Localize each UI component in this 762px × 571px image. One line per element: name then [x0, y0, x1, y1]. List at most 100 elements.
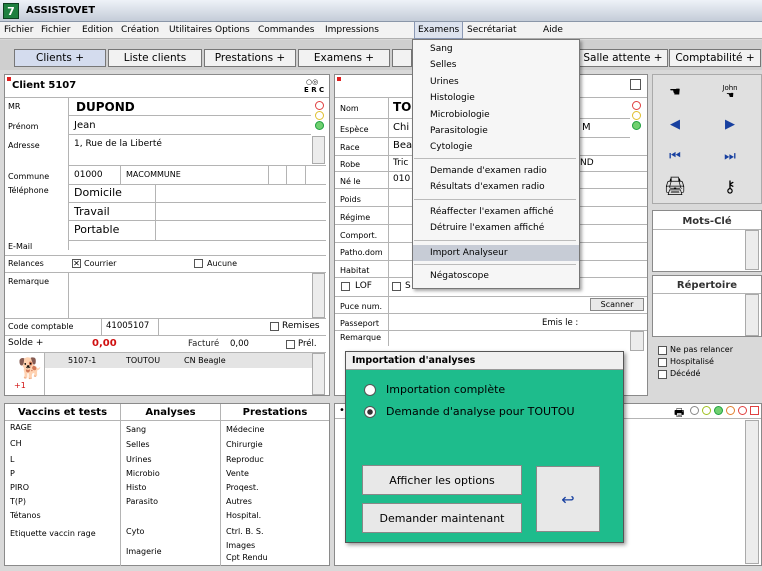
vaccin-piro[interactable]: PIRO — [10, 483, 29, 492]
analyse-histo[interactable]: Histo — [126, 483, 146, 492]
status-red-radio[interactable] — [315, 101, 324, 110]
analyse-selles[interactable]: Selles — [126, 440, 150, 449]
exam-menu-urines[interactable]: Urines — [430, 77, 459, 87]
exam-menu-histologie[interactable]: Histologie — [430, 93, 475, 103]
status-yellow-radio[interactable] — [632, 111, 641, 120]
filter-radio-2[interactable] — [702, 406, 711, 415]
remises-checkbox[interactable] — [270, 322, 279, 331]
filter-radio-3[interactable] — [714, 406, 723, 415]
repertoire-scrollbar[interactable] — [745, 294, 759, 336]
prestation-images[interactable]: Images — [226, 541, 255, 550]
demande-analyse-radio[interactable] — [364, 406, 376, 418]
exam-menu-detruire[interactable]: Détruire l'examen affiché — [430, 223, 544, 233]
prev-arrow-icon[interactable]: ◀ — [657, 110, 693, 138]
afficher-options-button[interactable]: Afficher les options — [362, 465, 522, 495]
analyse-sang[interactable]: Sang — [126, 425, 146, 434]
adresse-field[interactable]: 1, Rue de la Liberté — [74, 139, 162, 149]
patient-sexe[interactable]: M — [582, 122, 591, 133]
postcode-field[interactable]: 01000 — [74, 170, 103, 180]
patient-remarque-scrollbar[interactable] — [630, 331, 644, 351]
analyse-cyto[interactable]: Cyto — [126, 527, 144, 536]
tab-examens[interactable]: Examens + — [298, 49, 390, 67]
hospitalise-checkbox[interactable] — [658, 358, 667, 367]
city-field[interactable]: MACOMMUNE — [126, 170, 181, 179]
menu-utilitaires[interactable]: Utilitaires — [166, 22, 215, 39]
menu-aide[interactable]: Aide — [540, 22, 566, 39]
analyse-parasito[interactable]: Parasito — [126, 497, 158, 506]
status-green-radio[interactable] — [315, 121, 324, 130]
lof-checkbox[interactable] — [341, 282, 350, 291]
demander-maintenant-button[interactable]: Demander maintenant — [362, 503, 522, 533]
patient-robe[interactable]: Tric — [393, 158, 408, 168]
print-icon[interactable]: 🖶 — [674, 404, 684, 423]
scanner-button[interactable]: Scanner — [590, 298, 644, 311]
vaccin-rage[interactable]: RAGE — [10, 423, 32, 432]
tab-salle-attente[interactable]: Salle attente + — [578, 49, 668, 67]
exam-menu-import-analyseur[interactable]: Import Analyseur — [430, 248, 508, 258]
prestation-progest[interactable]: Proqest. — [226, 483, 259, 492]
prestation-hospital[interactable]: Hospital. — [226, 511, 261, 520]
exams-scrollbar[interactable] — [745, 420, 759, 564]
menu-commandes[interactable]: Commandes — [255, 22, 317, 39]
analyse-urines[interactable]: Urines — [126, 455, 152, 464]
phone-travail[interactable]: Travail — [74, 205, 110, 218]
next-arrow-icon[interactable]: ▶ — [712, 110, 748, 138]
patient-robe-right[interactable]: ND — [580, 158, 594, 168]
exam-menu-negatoscope[interactable]: Négatoscope — [430, 271, 489, 281]
filter-radio-1[interactable] — [690, 406, 699, 415]
tab-prestations[interactable]: Prestations + — [204, 49, 296, 67]
menu-secretariat[interactable]: Secrétariat — [464, 22, 520, 39]
exam-menu-resultats-radio[interactable]: Résultats d'examen radio — [430, 182, 545, 192]
menu-edition[interactable]: Edition — [79, 22, 116, 39]
adresse-scrollbar[interactable] — [312, 136, 325, 164]
menu-fichier-2[interactable]: Fichier — [38, 22, 73, 39]
s-checkbox[interactable] — [392, 282, 401, 291]
prenom-field[interactable]: Jean — [74, 120, 96, 131]
prestation-autres[interactable]: Autres — [226, 497, 252, 506]
mots-cle-scrollbar[interactable] — [745, 230, 759, 270]
prestation-medecine[interactable]: Médecine — [226, 425, 264, 434]
analyse-imagerie[interactable]: Imagerie — [126, 547, 162, 556]
vaccin-tp[interactable]: T(P) — [10, 497, 26, 506]
decede-checkbox[interactable] — [658, 370, 667, 379]
vaccin-ch[interactable]: CH — [10, 439, 22, 448]
etiquette-vaccin-rage[interactable]: Etiquette vaccin rage — [10, 529, 96, 538]
first-icon[interactable]: ⏮ — [657, 142, 693, 170]
ne-pas-relancer-checkbox[interactable] — [658, 346, 667, 355]
aucune-checkbox[interactable] — [194, 259, 203, 268]
menu-examens[interactable]: Examens — [414, 22, 464, 39]
import-complete-radio[interactable] — [364, 384, 376, 396]
code-comptable-field[interactable]: 41005107 — [106, 321, 149, 331]
status-red-radio[interactable] — [632, 101, 641, 110]
john-button[interactable]: John ☚ — [712, 78, 748, 106]
back-hand-icon[interactable]: ☚ — [657, 78, 693, 106]
status-yellow-radio[interactable] — [315, 111, 324, 120]
filter-radio-5[interactable] — [738, 406, 747, 415]
tab-hidden[interactable] — [392, 49, 412, 67]
analyse-microbio[interactable]: Microbio — [126, 469, 160, 478]
prestation-ctrl-bs[interactable]: Ctrl. B. S. — [226, 527, 264, 536]
printer-icon[interactable]: 🖨 — [657, 172, 693, 200]
status-green-radio[interactable] — [632, 121, 641, 130]
menu-impressions[interactable]: Impressions — [322, 22, 382, 39]
exam-menu-microbiologie[interactable]: Microbiologie — [430, 110, 490, 120]
animal-scrollbar[interactable] — [312, 353, 325, 395]
menu-options[interactable]: Options — [212, 22, 253, 39]
last-icon[interactable]: ⏭ — [712, 142, 748, 170]
courrier-checkbox[interactable]: ✕ — [72, 259, 81, 268]
menu-fichier-1[interactable]: Fichier — [1, 22, 36, 39]
tab-liste-clients[interactable]: Liste clients — [108, 49, 202, 67]
client-name[interactable]: DUPOND — [76, 100, 135, 114]
exam-menu-sang[interactable]: Sang — [430, 44, 453, 54]
tab-comptabilite[interactable]: Comptabilité + — [669, 49, 761, 67]
exam-menu-selles[interactable]: Selles — [430, 60, 456, 70]
exam-menu-cytologie[interactable]: Cytologie — [430, 142, 472, 152]
return-icon[interactable]: ↩ — [536, 466, 600, 532]
prestation-cpt-rendu[interactable]: Cpt Rendu — [226, 553, 268, 562]
vaccin-tetanos[interactable]: Tétanos — [10, 511, 41, 520]
exam-menu-demande-radio[interactable]: Demande d'examen radio — [430, 166, 547, 176]
key-icon[interactable]: ⚷ — [712, 172, 748, 200]
phone-portable[interactable]: Portable — [74, 223, 119, 236]
exam-menu-parasitologie[interactable]: Parasitologie — [430, 126, 488, 136]
vaccin-p[interactable]: P — [10, 469, 15, 478]
